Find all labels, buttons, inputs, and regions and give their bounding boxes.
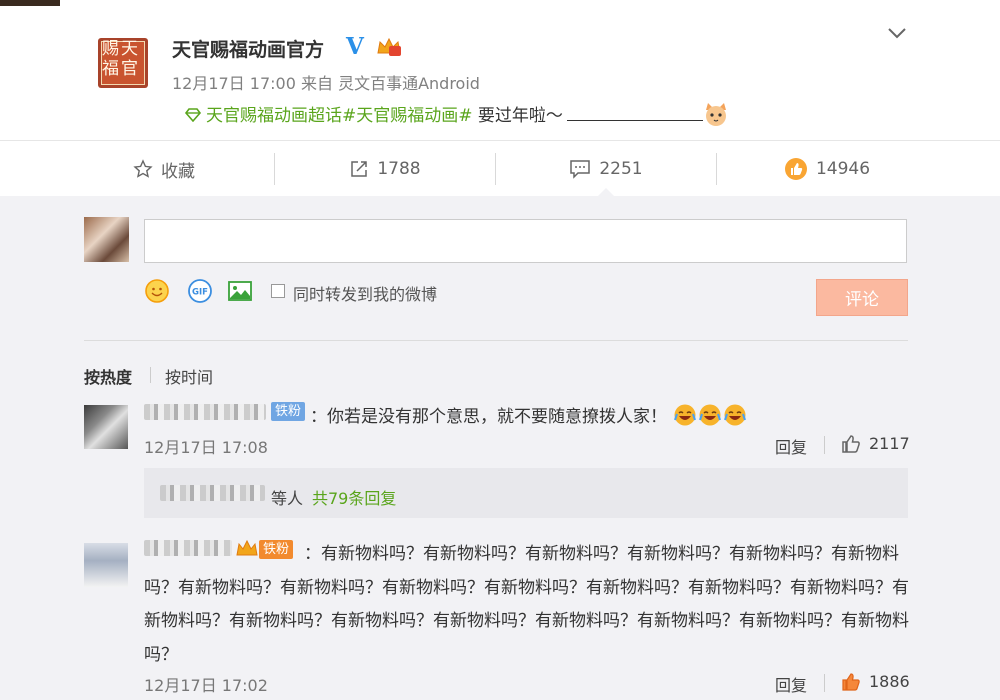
avatar-char: 赐	[102, 39, 119, 59]
super-topic-link[interactable]: 天官赐福动画超话	[206, 106, 342, 126]
replier-name-redacted[interactable]	[160, 485, 265, 501]
star-icon	[133, 159, 153, 178]
sort-by-hot-tab[interactable]: 按热度	[84, 364, 132, 388]
view-all-replies-link[interactable]: 共79条回复	[312, 485, 396, 509]
repost-button[interactable]: 1788	[275, 141, 495, 197]
crying-laugh-emoji	[674, 404, 697, 426]
comment-time: 12月17日 17:02	[144, 676, 268, 695]
post-body: 要过年啦～	[472, 106, 563, 126]
gif-icon[interactable]: GIF	[187, 278, 213, 304]
commenter-avatar[interactable]	[84, 405, 128, 449]
like-button[interactable]: 14946	[717, 141, 937, 197]
sub-replies-etc: 等人	[271, 489, 304, 508]
divider	[824, 674, 825, 692]
comment-time: 12月17日 17:08	[144, 438, 268, 457]
avatar-char: 福	[102, 59, 119, 79]
post-text: 天官赐福动画超话#天官赐福动画# 要过年啦～	[184, 101, 729, 127]
hashtag-link[interactable]: #天官赐福动画#	[342, 106, 473, 126]
verified-icon[interactable]: V	[346, 33, 364, 60]
repost-checkbox[interactable]	[271, 284, 285, 298]
share-icon	[351, 161, 368, 177]
like-thumb-icon	[784, 158, 807, 180]
like-filled-icon[interactable]	[840, 671, 862, 693]
commenter-name-redacted[interactable]	[144, 404, 266, 420]
sort-by-time-tab[interactable]: 按时间	[165, 364, 213, 388]
comment-like-count: 2117	[869, 434, 910, 453]
cat-face-emoji	[705, 103, 726, 126]
reply-button[interactable]: 回复	[775, 672, 807, 696]
cropped-image-edge	[0, 0, 60, 6]
repost-count: 1788	[377, 159, 421, 179]
post-meta: 12月17日 17:00 来自 灵文百事通Android	[172, 74, 480, 93]
comment-count: 2251	[599, 159, 643, 179]
comment-icon	[570, 160, 591, 179]
my-avatar[interactable]	[84, 217, 129, 262]
divider	[150, 367, 151, 383]
favorite-button[interactable]: 收藏	[54, 141, 274, 197]
repost-checkbox-label[interactable]: 同时转发到我的微博	[293, 281, 437, 305]
image-icon[interactable]	[227, 278, 253, 304]
divider	[824, 436, 825, 454]
avatar-char: 官	[121, 59, 138, 79]
author-name[interactable]: 天官赐福动画官方	[172, 35, 324, 62]
crown-member-icon[interactable]	[376, 37, 402, 57]
author-avatar[interactable]: 赐 天 福 官	[98, 38, 148, 88]
crying-laugh-emoji	[699, 404, 722, 426]
comment-text: ：有新物料吗？有新物料吗？有新物料吗？有新物料吗？有新物料吗？有新物料吗？有新物…	[144, 544, 909, 665]
super-topic-diamond-icon	[184, 108, 202, 122]
crying-laugh-emoji	[724, 404, 747, 426]
emoji-icon[interactable]	[144, 278, 170, 304]
comment-like-count: 1886	[869, 672, 910, 691]
submit-comment-button[interactable]: 评论	[816, 279, 908, 316]
comment-input[interactable]	[144, 219, 907, 263]
action-bar: 收藏 1788 2251 14946	[0, 140, 1000, 196]
avatar-char: 天	[121, 39, 138, 59]
comment-text: ：你若是没有那个意思，就不要随意撩拨人家！	[310, 402, 747, 427]
commenter-avatar[interactable]	[84, 543, 128, 587]
svg-text:GIF: GIF	[192, 288, 208, 298]
underline-blank	[566, 107, 703, 121]
fan-badge[interactable]: 铁粉	[271, 402, 306, 421]
like-outline-icon[interactable]	[840, 433, 862, 455]
reply-button[interactable]: 回复	[775, 434, 807, 458]
comment-body: ：你若是没有那个意思，就不要随意撩拨人家！	[310, 407, 667, 427]
chevron-down-icon[interactable]	[886, 26, 908, 40]
weibo-post: 赐 天 福 官 天官赐福动画官方 V 12月17日 17:00 来自 灵文百事通…	[0, 0, 1000, 140]
like-count: 14946	[815, 159, 871, 179]
divider	[84, 340, 908, 341]
favorite-label: 收藏	[161, 161, 195, 182]
